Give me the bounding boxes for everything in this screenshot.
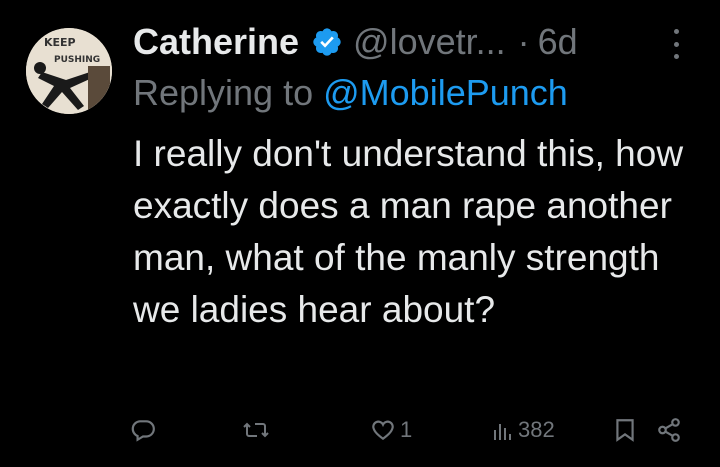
replying-prefix: Replying to xyxy=(133,72,314,113)
share-icon xyxy=(656,417,682,443)
share-button[interactable] xyxy=(656,410,682,450)
reply-icon xyxy=(130,417,156,443)
bookmark-icon xyxy=(614,417,636,443)
heart-icon xyxy=(370,417,396,443)
tweet-body: I really don't understand this, how exac… xyxy=(133,133,684,330)
retweet-icon xyxy=(242,417,270,443)
tweet-header: Catherine @lovetr... · 6d xyxy=(133,20,578,64)
separator-dot: · xyxy=(517,21,530,62)
views-icon xyxy=(492,418,514,442)
more-icon[interactable] xyxy=(664,29,688,59)
author-name[interactable]: Catherine xyxy=(133,20,299,64)
bookmark-button[interactable] xyxy=(614,410,636,450)
like-count: 1 xyxy=(400,417,413,442)
timestamp[interactable]: 6d xyxy=(538,20,578,64)
avatar-text-pushing: PUSHING xyxy=(54,55,100,65)
avatar[interactable]: KEEP PUSHING xyxy=(26,28,112,114)
avatar-text-keep: KEEP xyxy=(44,36,76,49)
like-button[interactable]: 1 xyxy=(370,410,412,450)
author-handle[interactable]: @lovetr... xyxy=(353,20,506,64)
replying-to-mention[interactable]: @MobilePunch xyxy=(323,72,568,113)
reply-button[interactable] xyxy=(130,410,160,450)
views-count: 382 xyxy=(518,417,555,442)
action-bar: 1 382 xyxy=(130,410,690,450)
views-button[interactable]: 382 xyxy=(492,410,555,450)
retweet-button[interactable] xyxy=(242,410,274,450)
verified-badge-icon xyxy=(311,26,343,58)
replying-to-line: Replying to @MobilePunch xyxy=(133,71,568,115)
